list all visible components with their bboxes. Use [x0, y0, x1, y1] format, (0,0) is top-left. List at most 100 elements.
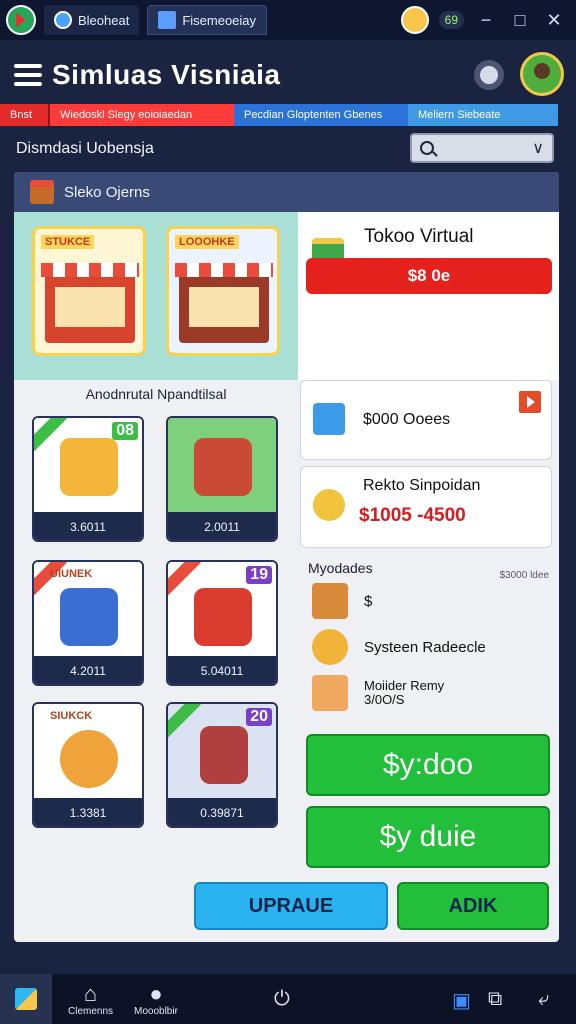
- panel-header: Sleko Ojerns: [14, 172, 559, 212]
- seller-name: Rekto Sinpoidan: [363, 477, 481, 494]
- product-illustration: [194, 588, 252, 646]
- character-icon: [313, 489, 345, 521]
- shop-illustration: [175, 263, 273, 343]
- offer-text: $000 Ooees: [363, 411, 451, 428]
- card-tag: UIUNEK: [50, 568, 93, 580]
- panel-title: Sleko Ojerns: [64, 183, 150, 201]
- back-icon[interactable]: ⤶: [538, 988, 549, 1011]
- list-item[interactable]: Moiider Remy 3/0O/S: [312, 674, 552, 712]
- settings-icon[interactable]: [474, 60, 504, 90]
- list-item[interactable]: $: [312, 582, 552, 620]
- add-button[interactable]: ADIK: [397, 882, 549, 930]
- product-card[interactable]: SIUKCK 1.3381: [32, 702, 144, 828]
- taskbar: ⌂ Clemenns ● Moooblbir ⏻ ▣ ⧉ ⤶: [0, 974, 576, 1024]
- shop-panel: Sleko Ojerns STUKCE LOOOHKE Anodnrutal N…: [14, 172, 559, 942]
- offer-card[interactable]: $000 Ooees: [300, 380, 552, 460]
- tab-label: Bleoheat: [78, 12, 130, 28]
- tab-grid-icon: [158, 11, 177, 29]
- seller-card[interactable]: Rekto Sinpoidan $1005 -4500: [300, 466, 552, 548]
- taskbar-label: Moooblbir: [134, 1006, 178, 1017]
- category-strip: Bnst Wiedoskl Slegy eoioiaedan Pecdian G…: [0, 104, 576, 126]
- buy-button[interactable]: $y:doo: [306, 734, 550, 796]
- product-card[interactable]: 19 5.04011: [166, 560, 278, 686]
- list-heading: Myodades: [308, 560, 373, 576]
- app-logo-icon[interactable]: [6, 5, 36, 35]
- store-info: Tokoo Virtual $8 0e: [298, 212, 559, 380]
- category-tab[interactable]: Meliern Siebeate: [408, 104, 558, 126]
- power-icon[interactable]: ⏻: [274, 988, 290, 1011]
- globe-icon: ●: [149, 981, 163, 1006]
- card-tag: STUKCE: [41, 235, 95, 249]
- tab-bleoheat[interactable]: Bleoheat: [44, 5, 140, 35]
- start-button[interactable]: [0, 974, 52, 1024]
- card-badge: 08: [112, 422, 138, 440]
- card-badge: 19: [246, 566, 272, 584]
- price-button[interactable]: $8 0e: [306, 258, 552, 294]
- shop-illustration: [41, 263, 139, 343]
- product-card[interactable]: UIUNEK 4.2011: [32, 560, 144, 686]
- start-icon: [15, 988, 37, 1010]
- app-header: Simluas Visniaia: [0, 44, 576, 106]
- seller-price: $1005 -4500: [359, 505, 466, 526]
- window-icon[interactable]: ▣: [452, 988, 471, 1013]
- taskbar-label: Clemenns: [68, 1006, 114, 1017]
- section-label: Dismdasi Uobensja: [16, 140, 154, 157]
- list-total: $3000 ldee: [499, 570, 550, 581]
- play-icon[interactable]: [519, 391, 541, 413]
- category-tab[interactable]: Wiedoskl Slegy eoioiaedan: [48, 104, 234, 126]
- product-illustration: [60, 588, 118, 646]
- menu-icon[interactable]: [14, 64, 42, 86]
- taskbar-app[interactable]: ● Moooblbir: [134, 981, 178, 1018]
- ribbon: [168, 704, 201, 740]
- minimize-button[interactable]: −: [474, 8, 498, 32]
- product-card[interactable]: 08 3.6011: [32, 416, 144, 542]
- card-tag: SIUKCK: [50, 710, 93, 722]
- category-tab[interactable]: Pecdian Gloptenten Gbenes: [234, 104, 408, 126]
- section-title: Anodnrutal Npandtilsal: [85, 386, 227, 402]
- chevron-down-icon[interactable]: ∨: [532, 138, 544, 158]
- window-titlebar: Bleoheat Fisemeoeiay 69 − □ ✕: [0, 0, 576, 40]
- card-price: 1.3381: [34, 798, 142, 826]
- profile-avatar[interactable]: [520, 52, 564, 96]
- taskbar-home[interactable]: ⌂ Clemenns: [68, 981, 114, 1018]
- bucket-icon: [313, 403, 345, 435]
- screenshot-icon[interactable]: ⧉: [488, 988, 502, 1011]
- category-tab[interactable]: Bnst: [0, 104, 48, 126]
- upgrades-list: Myodades $3000 ldee $ Systeen Radeecle M…: [298, 552, 559, 724]
- list-item-sub: 3/0O/S: [364, 692, 405, 707]
- home-icon: ⌂: [83, 981, 98, 1006]
- box-icon: [312, 675, 348, 711]
- card-price: 2.0011: [168, 512, 276, 540]
- page-title: Simluas Visniaia: [52, 59, 281, 90]
- tab-app-icon: [54, 11, 72, 29]
- store-name: Tokoo Virtual: [364, 226, 474, 247]
- list-item[interactable]: Systeen Radeecle: [312, 628, 552, 666]
- upgrade-button[interactable]: UPRAUE: [194, 882, 388, 930]
- featured-card[interactable]: LOOOHKE: [166, 226, 280, 356]
- close-button[interactable]: ✕: [542, 8, 566, 32]
- user-avatar[interactable]: [400, 6, 429, 34]
- coin-icon: [312, 629, 348, 665]
- featured-card[interactable]: STUKCE: [32, 226, 146, 356]
- product-card[interactable]: 20 0.39871: [166, 702, 278, 828]
- card-price: 5.04011: [168, 656, 276, 684]
- featured-area: STUKCE LOOOHKE: [14, 212, 298, 380]
- tab-label: Fisemeoeiay: [182, 12, 257, 28]
- search-icon: [420, 141, 434, 155]
- buy-alt-button[interactable]: $y duie: [306, 806, 550, 868]
- search-input[interactable]: ∨: [410, 133, 554, 163]
- card-price: 3.6011: [34, 512, 142, 540]
- subheader: Dismdasi Uobensja ∨: [0, 130, 576, 168]
- list-item-label: Moiider Remy: [364, 678, 445, 693]
- card-badge: 20: [246, 708, 272, 726]
- card-price: 4.2011: [34, 656, 142, 684]
- card-tag: LOOOHKE: [175, 235, 239, 249]
- list-item-label: $: [364, 592, 373, 610]
- maximize-button[interactable]: □: [508, 8, 532, 32]
- stall-icon: [312, 583, 348, 619]
- product-illustration: [60, 730, 118, 788]
- product-card[interactable]: 2.0011: [166, 416, 278, 542]
- list-item-label: Systeen Radeecle: [364, 638, 486, 656]
- product-illustration: [194, 438, 252, 496]
- tab-fisemeoeiay[interactable]: Fisemeoeiay: [147, 5, 268, 35]
